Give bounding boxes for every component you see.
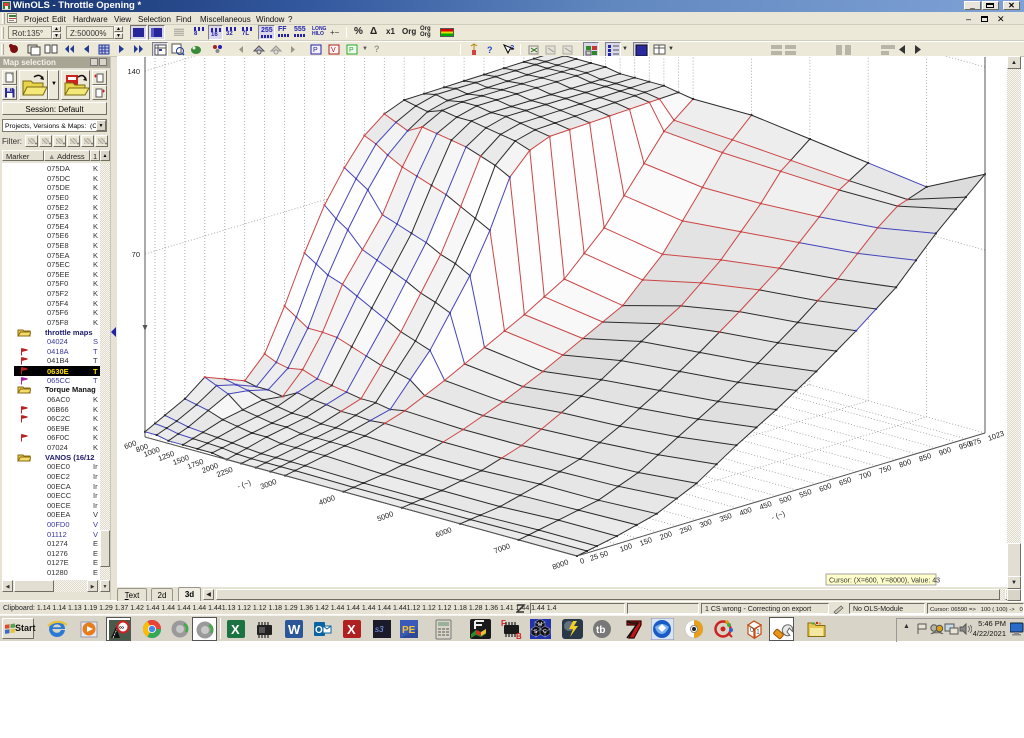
svg-text:140: 140	[127, 67, 140, 76]
svg-text:Cursor: (X=600, Y=8000), Value: Cursor: (X=600, Y=8000), Value: 43	[829, 578, 940, 585]
svg-text:B: B	[516, 632, 522, 640]
svg-text:∞: ∞	[119, 625, 124, 632]
svg-text:s3: s3	[375, 625, 384, 634]
svg-text:?: ?	[487, 45, 493, 55]
svg-text:X: X	[347, 622, 356, 637]
svg-text:M: M	[538, 622, 542, 628]
svg-text:P: P	[313, 47, 318, 54]
svg-text:1: 1	[756, 629, 760, 636]
svg-text:PE: PE	[402, 625, 416, 636]
svg-text:O: O	[315, 625, 323, 636]
svg-text:tb: tb	[596, 625, 605, 636]
svg-text:0: 0	[750, 627, 754, 634]
svg-text:W: W	[288, 622, 301, 637]
svg-text:70: 70	[132, 250, 140, 259]
svg-text:V: V	[331, 47, 336, 54]
svg-text:X: X	[231, 622, 240, 637]
svg-text:C: C	[543, 629, 547, 635]
svg-text:F: F	[501, 619, 506, 628]
svg-text:?: ?	[510, 45, 514, 52]
svg-text:P: P	[349, 47, 354, 54]
